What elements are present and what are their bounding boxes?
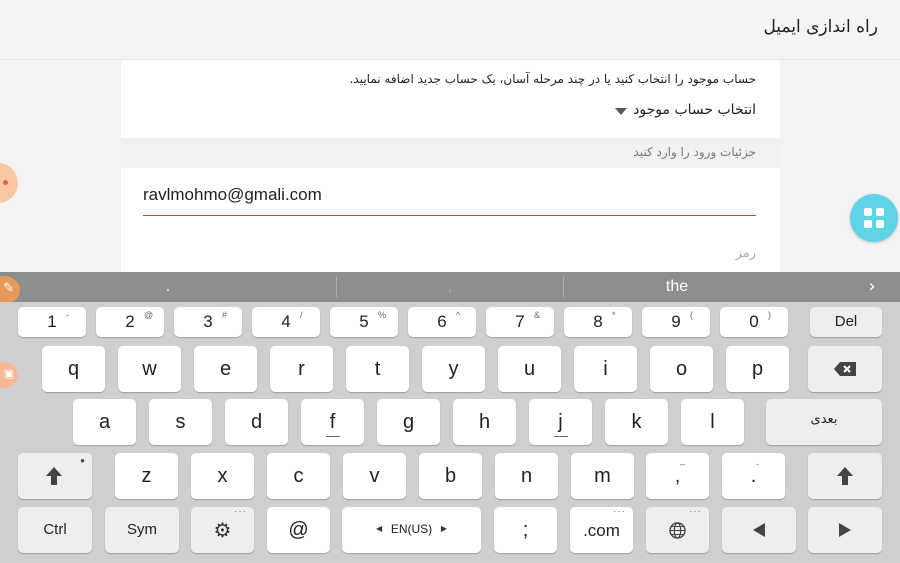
key-g[interactable]: g	[377, 399, 440, 445]
at-key[interactable]: @	[267, 507, 330, 553]
key-0[interactable]: 0)	[720, 307, 788, 337]
setup-description: حساب موجود را انتخاب کنید یا در چند مرحل…	[349, 72, 756, 86]
select-existing-account-dropdown[interactable]: انتخاب حساب موجود	[615, 102, 756, 118]
key-m[interactable]: m	[571, 453, 634, 499]
key-o[interactable]: o	[650, 346, 713, 392]
key-i[interactable]: i	[574, 346, 637, 392]
shift-key-left[interactable]: ●	[18, 453, 92, 499]
key-x[interactable]: x	[191, 453, 254, 499]
key-l[interactable]: l	[681, 399, 744, 445]
suggestion-right[interactable]: the	[564, 272, 790, 302]
floating-bubble-handle[interactable]	[0, 163, 18, 203]
suggestion-middle[interactable]: ,	[337, 272, 563, 302]
key-w[interactable]: w	[118, 346, 181, 392]
ctrl-key[interactable]: Ctrl	[18, 507, 92, 553]
caret-down-icon	[615, 107, 628, 115]
password-field[interactable]	[143, 238, 756, 268]
semicolon-key[interactable]: ;	[494, 507, 557, 553]
settings-key[interactable]: ··· ⚙	[191, 506, 254, 553]
select-existing-account-label: انتخاب حساب موجود	[633, 102, 756, 118]
arrow-left-icon	[753, 523, 765, 537]
email-field[interactable]	[143, 180, 756, 216]
key-v[interactable]: v	[343, 453, 406, 499]
key-1[interactable]: 1-	[18, 307, 86, 337]
period-key[interactable]: . -	[722, 453, 785, 499]
login-details-section-header: جزئیات ورود را وارد کنید	[121, 138, 780, 168]
key-k[interactable]: k	[605, 399, 668, 445]
key-9[interactable]: 9(	[642, 307, 710, 337]
arrow-right-icon	[839, 523, 851, 537]
key-h[interactable]: h	[453, 399, 516, 445]
on-screen-keyboard: Del بعدی ● , – . - Ctrl Sym ··· ⚙ @ ◀ EN…	[0, 302, 900, 563]
grid-icon	[864, 208, 872, 216]
key-7[interactable]: 7 &	[486, 307, 554, 337]
floating-apps-grid-button[interactable]	[850, 194, 898, 242]
page-title: راه اندازی ایمیل	[763, 17, 878, 37]
key-3[interactable]: 3 #	[174, 307, 242, 337]
language-globe-key[interactable]: ···	[646, 506, 709, 553]
dotcom-key[interactable]: ··· .com	[570, 506, 633, 553]
key-r[interactable]: r	[270, 346, 333, 392]
key-y[interactable]: y	[422, 346, 485, 392]
language-right-arrow-icon: ▶	[440, 524, 447, 533]
suggestions-expand-chevron-icon[interactable]: ›	[860, 272, 884, 302]
shift-key-right[interactable]	[808, 453, 882, 499]
key-s[interactable]: s	[149, 399, 212, 445]
backspace-key[interactable]	[808, 346, 882, 392]
space-language-key[interactable]: ◀ EN(US) ▶	[342, 507, 481, 553]
cursor-right-key[interactable]	[808, 507, 882, 553]
next-key[interactable]: بعدی	[766, 399, 882, 445]
key-5[interactable]: 5%	[330, 307, 398, 337]
key-q[interactable]: q	[42, 346, 105, 392]
shift-icon	[837, 467, 853, 485]
login-details-header-label: جزئیات ورود را وارد کنید	[633, 145, 756, 159]
key-z[interactable]: z	[115, 453, 178, 499]
delete-key[interactable]: Del	[810, 307, 882, 337]
key-4[interactable]: 4/	[252, 307, 320, 337]
key-c[interactable]: c	[267, 453, 330, 499]
key-t[interactable]: t	[346, 346, 409, 392]
key-2[interactable]: 2 @	[96, 307, 164, 337]
shift-icon	[46, 467, 62, 485]
app-bar: راه اندازی ایمیل	[0, 0, 900, 60]
key-p[interactable]: p	[726, 346, 789, 392]
email-setup-form: حساب موجود را انتخاب کنید یا در چند مرحل…	[121, 60, 780, 272]
key-u[interactable]: u	[498, 346, 561, 392]
gear-icon: ⚙	[213, 520, 232, 542]
key-b[interactable]: b	[419, 453, 482, 499]
globe-icon	[669, 522, 686, 539]
key-e[interactable]: e	[194, 346, 257, 392]
suggestion-bar: . , the ›	[0, 272, 900, 302]
key-j[interactable]: j	[529, 399, 592, 445]
key-a[interactable]: a	[73, 399, 136, 445]
comma-key[interactable]: , –	[646, 453, 709, 499]
key-6[interactable]: 6 ^	[408, 307, 476, 337]
suggestion-left[interactable]: .	[0, 272, 336, 302]
key-d[interactable]: d	[225, 399, 288, 445]
key-8[interactable]: 8 *	[564, 307, 632, 337]
key-f[interactable]: f	[301, 399, 364, 445]
sym-key[interactable]: Sym	[105, 507, 179, 553]
backspace-icon	[834, 362, 856, 376]
cursor-left-key[interactable]	[722, 507, 796, 553]
key-n[interactable]: n	[495, 453, 558, 499]
